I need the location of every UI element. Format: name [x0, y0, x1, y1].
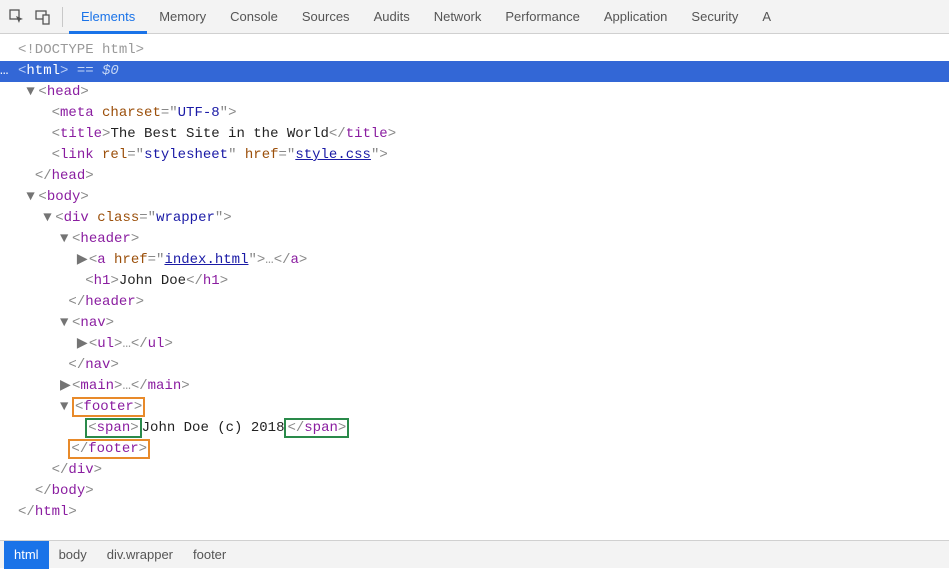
expand-arrow-icon[interactable]: ▼ [43, 208, 55, 229]
devtools-toolbar: Elements Memory Console Sources Audits N… [0, 0, 949, 34]
main-element[interactable]: ▶<main>…</main> [0, 376, 949, 397]
crumb-html[interactable]: html [4, 541, 49, 569]
expand-arrow-icon[interactable]: ▼ [60, 397, 72, 418]
a-element[interactable]: ▶<a href="index.html">…</a> [0, 250, 949, 271]
footer-open[interactable]: ▼<footer> [0, 397, 949, 418]
tab-performance[interactable]: Performance [493, 0, 591, 34]
tab-network[interactable]: Network [422, 0, 494, 34]
expand-arrow-icon[interactable]: ▼ [26, 82, 38, 103]
collapse-arrow-icon[interactable]: ▶ [77, 250, 89, 271]
body-open[interactable]: ▼<body> [0, 187, 949, 208]
nav-open[interactable]: ▼<nav> [0, 313, 949, 334]
footer-close[interactable]: </footer> [0, 439, 949, 460]
tab-console[interactable]: Console [218, 0, 290, 34]
tab-audits[interactable]: Audits [362, 0, 422, 34]
footer-close-highlight: </footer> [68, 439, 150, 459]
panel-tabs: Elements Memory Console Sources Audits N… [69, 0, 783, 34]
header-close[interactable]: </header> [0, 292, 949, 313]
inspect-icon[interactable] [4, 4, 30, 30]
h1-element[interactable]: <h1>John Doe</h1> [0, 271, 949, 292]
head-close[interactable]: </head> [0, 166, 949, 187]
collapse-arrow-icon[interactable]: ▶ [60, 376, 72, 397]
span-open-highlight: <span> [85, 418, 141, 438]
ul-element[interactable]: ▶<ul>…</ul> [0, 334, 949, 355]
crumb-body[interactable]: body [49, 541, 97, 569]
tab-sources[interactable]: Sources [290, 0, 362, 34]
tab-elements[interactable]: Elements [69, 0, 147, 34]
crumb-div-wrapper[interactable]: div.wrapper [97, 541, 183, 569]
span-close-highlight: </span> [284, 418, 349, 438]
doctype-line[interactable]: <!DOCTYPE html> [0, 40, 949, 61]
toolbar-separator [62, 7, 63, 27]
tab-memory[interactable]: Memory [147, 0, 218, 34]
title-element[interactable]: <title>The Best Site in the World</title… [0, 124, 949, 145]
nav-close[interactable]: </nav> [0, 355, 949, 376]
breadcrumb-bar: html body div.wrapper footer [0, 540, 949, 568]
dom-tree[interactable]: <!DOCTYPE html> <html> == $0 ▼<head> <me… [0, 34, 949, 540]
tab-more[interactable]: A [750, 0, 783, 34]
div-wrapper-open[interactable]: ▼<div class="wrapper"> [0, 208, 949, 229]
html-element-selected[interactable]: <html> == $0 [0, 61, 949, 82]
collapse-arrow-icon[interactable]: ▶ [77, 334, 89, 355]
head-open[interactable]: ▼<head> [0, 82, 949, 103]
expand-arrow-icon[interactable]: ▼ [26, 187, 38, 208]
link-element[interactable]: <link rel="stylesheet" href="style.css"> [0, 145, 949, 166]
index-link[interactable]: index.html [164, 252, 248, 268]
header-open[interactable]: ▼<header> [0, 229, 949, 250]
span-element[interactable]: <span>John Doe (c) 2018</span> [0, 418, 949, 439]
expand-arrow-icon[interactable]: ▼ [60, 313, 72, 334]
footer-open-highlight: <footer> [72, 397, 145, 417]
device-toggle-icon[interactable] [30, 4, 56, 30]
div-close[interactable]: </div> [0, 460, 949, 481]
expand-arrow-icon[interactable]: ▼ [60, 229, 72, 250]
meta-element[interactable]: <meta charset="UTF-8"> [0, 103, 949, 124]
html-close[interactable]: </html> [0, 502, 949, 523]
tab-security[interactable]: Security [679, 0, 750, 34]
stylesheet-link[interactable]: style.css [295, 147, 371, 163]
tab-application[interactable]: Application [592, 0, 680, 34]
body-close[interactable]: </body> [0, 481, 949, 502]
crumb-footer[interactable]: footer [183, 541, 236, 569]
